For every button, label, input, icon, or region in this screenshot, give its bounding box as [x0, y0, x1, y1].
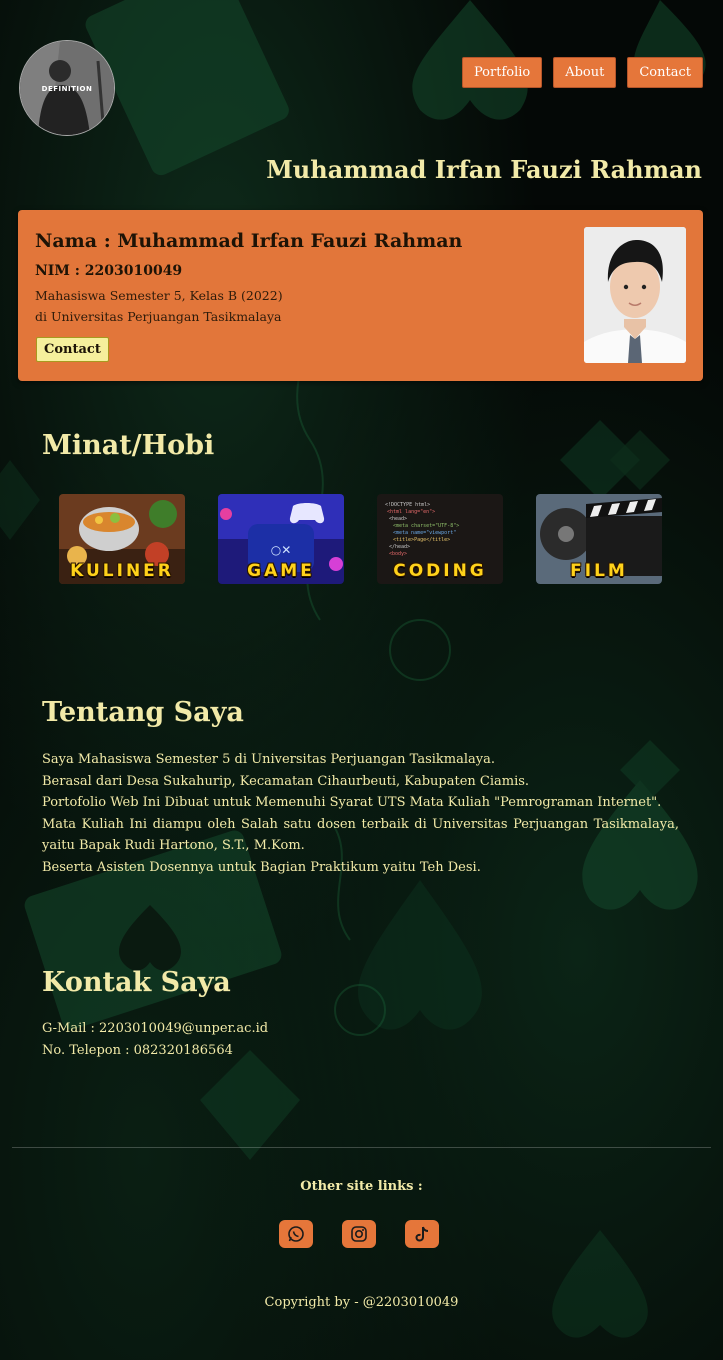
instagram-link[interactable]: [342, 1220, 376, 1248]
svg-text:</head>: </head>: [389, 544, 410, 550]
svg-text:○✕: ○✕: [271, 543, 292, 557]
tiktok-link[interactable]: [405, 1220, 439, 1248]
profile-contact-button[interactable]: Contact: [36, 337, 109, 362]
about-line: Portofolio Web Ini Dibuat untuk Memenuhi…: [42, 795, 662, 811]
svg-text:<html lang="en">: <html lang="en">: [387, 509, 435, 515]
about-line: Beserta Asisten Dosennya untuk Bagian Pr…: [42, 859, 481, 875]
hobby-card-game[interactable]: ○✕ GAME: [218, 494, 344, 584]
hobby-card-kuliner[interactable]: KULINER: [59, 494, 185, 584]
contact-info: G-Mail : 2203010049@unper.ac.id No. Tele…: [42, 1018, 268, 1062]
footer-divider: [12, 1147, 711, 1148]
contact-heading: Kontak Saya: [42, 967, 231, 998]
site-title: Muhammad Irfan Fauzi Rahman: [266, 155, 702, 184]
hobbies-heading: Minat/Hobi: [42, 430, 215, 461]
whatsapp-link[interactable]: [279, 1220, 313, 1248]
contact-email: G-Mail : 2203010049@unper.ac.id: [42, 1021, 269, 1036]
profile-card: Nama : Muhammad Irfan Fauzi Rahman NIM :…: [18, 210, 703, 381]
profile-university: di Universitas Perjuangan Tasikmalaya: [35, 309, 282, 324]
nav-contact-button[interactable]: Contact: [627, 57, 703, 88]
profile-nim: NIM : 2203010049: [35, 263, 183, 279]
other-links-label: Other site links :: [300, 1179, 423, 1194]
nav-portfolio-button[interactable]: Portfolio: [461, 57, 543, 88]
svg-text:<meta charset="UTF-8">: <meta charset="UTF-8">: [393, 523, 459, 529]
svg-text:<title>Page</title>: <title>Page</title>: [393, 537, 450, 543]
hobby-label-kuliner: KULINER: [70, 561, 174, 581]
contact-phone: No. Telepon : 082320186564: [42, 1043, 233, 1058]
about-text: Saya Mahasiswa Semester 5 di Universitas…: [42, 749, 679, 879]
about-line: Mata Kuliah Ini diampu oleh Salah satu d…: [42, 816, 679, 854]
whatsapp-icon: [288, 1226, 304, 1242]
hobby-label-film: FILM: [570, 561, 628, 581]
instagram-icon: [351, 1226, 367, 1242]
hobby-label-game: GAME: [247, 561, 315, 581]
tiktok-icon: [415, 1226, 429, 1242]
about-line: Saya Mahasiswa Semester 5 di Universitas…: [42, 752, 496, 767]
avatar: DEFINITION: [19, 40, 115, 136]
svg-text:<meta name="viewport": <meta name="viewport": [393, 530, 456, 536]
profile-photo: [584, 227, 686, 363]
copyright-text: Copyright by - @2203010049: [264, 1295, 459, 1310]
profile-semester: Mahasiswa Semester 5, Kelas B (2022): [35, 288, 283, 303]
svg-text:<body>: <body>: [389, 551, 407, 557]
hobby-label-coding: CODING: [393, 561, 487, 581]
profile-name: Nama : Muhammad Irfan Fauzi Rahman: [35, 230, 463, 252]
avatar-brand-text: DEFINITION: [41, 85, 93, 93]
svg-text:<!DOCTYPE html>: <!DOCTYPE html>: [385, 502, 430, 508]
hobby-card-coding[interactable]: <!DOCTYPE html> <html lang="en"> <head> …: [377, 494, 503, 584]
top-nav: Portfolio About Contact: [461, 57, 703, 88]
about-line: Berasal dari Desa Sukahurip, Kecamatan C…: [42, 773, 530, 789]
hobby-card-film[interactable]: FILM: [536, 494, 662, 584]
about-heading: Tentang Saya: [42, 697, 244, 728]
portfolio-page: DEFINITION Portfolio About Contact Muham…: [0, 0, 723, 1360]
social-links: [279, 1220, 439, 1248]
nav-about-button[interactable]: About: [553, 57, 617, 88]
profile-photo-image: [584, 227, 686, 363]
svg-text:<head>: <head>: [389, 516, 407, 522]
